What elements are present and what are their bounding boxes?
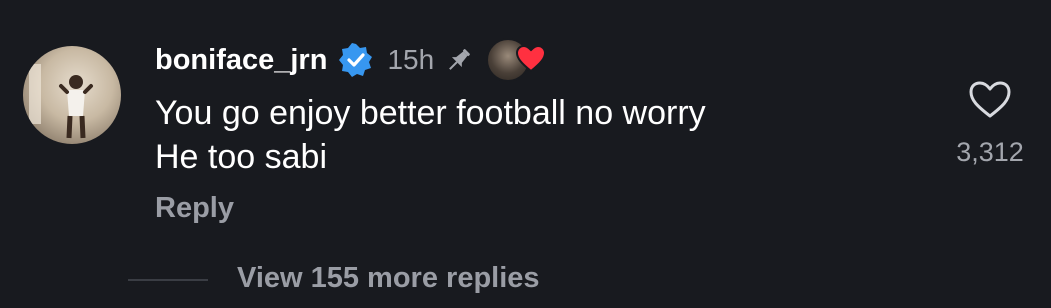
creator-liked-heart-icon: [516, 44, 547, 73]
comment-text-line-2: He too sabi: [155, 138, 327, 176]
comment-header: boniface_jrn 15h: [155, 34, 548, 86]
view-more-replies-button[interactable]: View 155 more replies: [237, 262, 540, 295]
replies-divider: [128, 279, 208, 281]
like-count: 3,312: [956, 137, 1024, 167]
username[interactable]: boniface_jrn: [155, 44, 327, 77]
heart-outline-icon[interactable]: [968, 80, 1012, 120]
verified-badge-icon: [339, 43, 373, 77]
pin-icon: [444, 45, 474, 75]
creator-liked-badge: [486, 36, 548, 84]
timestamp: 15h: [387, 44, 435, 75]
reply-button[interactable]: Reply: [155, 192, 234, 225]
comment-text-line-1: You go enjoy better football no worry: [155, 94, 706, 132]
avatar[interactable]: [23, 46, 121, 144]
